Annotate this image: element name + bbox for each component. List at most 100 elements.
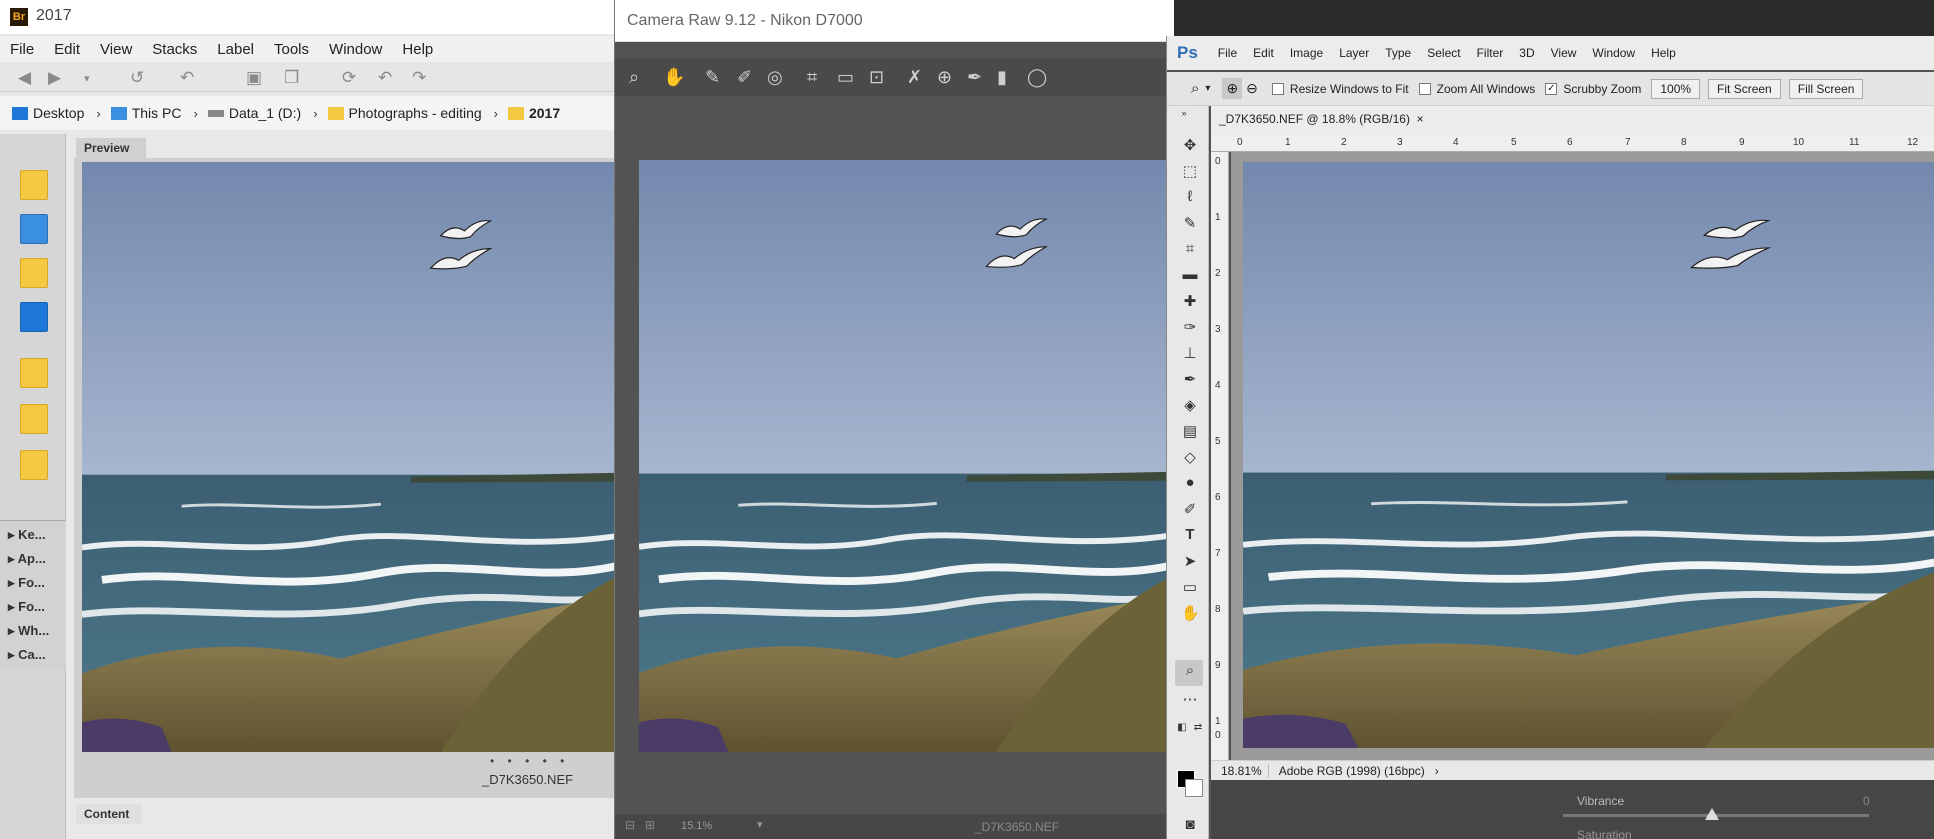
quick-selection-icon[interactable]: ✎ [1181,214,1199,232]
crop-tool-icon[interactable]: ⌗ [1181,240,1199,257]
zoom-level[interactable]: 15.1% [681,820,712,832]
ps-menu-image[interactable]: Image [1282,46,1331,60]
brush-tool-icon[interactable]: ✑ [1181,318,1199,336]
hand-tool-icon[interactable]: ✋ [1181,604,1200,622]
pictures-folder-icon[interactable] [20,404,48,434]
bridge-menu-help[interactable]: Help [392,41,443,58]
zoom-all-option[interactable]: Zoom All Windows [1418,82,1535,96]
folder-icon[interactable] [20,450,48,480]
zoom-out-icon[interactable]: ⊟ [625,818,635,832]
radial-filter-icon[interactable]: ◯ [1027,67,1047,88]
forward-arrow-icon[interactable]: ▶ [48,68,61,88]
rating-dots[interactable]: • • • • • [490,754,569,768]
resize-windows-option[interactable]: Resize Windows to Fit [1271,82,1409,96]
eraser-tool-icon[interactable]: ◈ [1181,396,1199,414]
breadcrumb-chevron-icon[interactable]: › [494,106,498,121]
background-color-swatch[interactable] [1185,779,1203,797]
documents-folder-icon[interactable] [20,358,48,388]
breadcrumb-drive[interactable]: Data_1 (D:) [207,105,301,121]
panel-ca[interactable]: ▸ Ca... [8,647,46,663]
white-balance-icon[interactable]: ✎ [705,67,720,88]
vertical-ruler[interactable]: 0 1 2 3 4 5 6 7 8 9 1 0 [1211,152,1229,760]
status-zoom[interactable]: 18.81% [1215,763,1269,778]
zoom-dropdown-icon[interactable]: ▾ [757,818,763,831]
clone-stamp-icon[interactable]: ⊥ [1181,344,1199,362]
targeted-adjustment-icon[interactable]: ◎ [767,67,783,88]
zoom-tool-icon[interactable]: ⌕ [1181,662,1199,679]
bridge-menu-window[interactable]: Window [319,41,392,58]
transform-icon[interactable]: ⊡ [869,67,884,88]
breadcrumb-chevron-icon[interactable]: › [96,106,100,121]
ps-menu-window[interactable]: Window [1584,46,1643,60]
zoom-100-button[interactable]: 100% [1651,78,1701,99]
breadcrumb-chevron-icon[interactable]: › [313,106,317,121]
document-tab[interactable]: _D7K3650.NEF @ 18.8% (RGB/16) × [1219,112,1424,126]
back-arrow-icon[interactable]: ◀ [18,68,31,88]
rectangle-tool-icon[interactable]: ▭ [1181,578,1199,596]
swap-colors-icon[interactable]: ⇄ [1189,722,1207,733]
bridge-menu-label[interactable]: Label [207,41,264,58]
breadcrumb-this-pc[interactable]: This PC [110,105,182,121]
adjustment-brush-icon[interactable]: ✒ [967,67,982,88]
panel-wh[interactable]: ▸ Wh... [8,623,49,639]
ps-menu-view[interactable]: View [1543,46,1585,60]
dodge-tool-icon[interactable]: ● [1181,474,1199,491]
vibrance-value[interactable]: 0 [1863,794,1870,808]
path-selection-icon[interactable]: ➤ [1181,552,1199,570]
ps-menu-file[interactable]: File [1210,46,1245,60]
panel-keywords[interactable]: ▸ Ke... [8,527,46,543]
more-tools-icon[interactable]: ⋯ [1181,690,1199,708]
straighten-icon[interactable]: ▭ [837,67,854,88]
refine-icon[interactable]: ❐ [284,68,299,88]
breadcrumb-photographs[interactable]: Photographs - editing [327,105,482,121]
zoom-all-checkbox[interactable] [1418,82,1431,95]
lasso-tool-icon[interactable]: ℓ [1181,188,1199,205]
camera-import-icon[interactable]: ▣ [246,68,262,88]
desktop-icon[interactable] [20,302,48,332]
breadcrumb-2017[interactable]: 2017 [507,105,560,121]
spot-removal-icon[interactable]: ✗ [907,67,922,88]
zoom-preset-icon[interactable]: ⌕ [1191,80,1199,97]
go-parent-icon[interactable]: ↺ [130,68,144,88]
hand-tool-icon[interactable]: ✋ [663,67,685,88]
history-brush-icon[interactable]: ✒ [1181,370,1199,388]
fill-screen-button[interactable]: Fill Screen [1788,78,1864,99]
document-image[interactable] [1243,162,1934,748]
vibrance-slider-knob[interactable] [1705,808,1719,820]
bridge-menu-view[interactable]: View [90,41,142,58]
tab-preview[interactable]: Preview [76,138,146,158]
ruler-tool-icon[interactable]: ▬ [1181,266,1199,283]
close-tab-icon[interactable]: × [1417,112,1424,126]
zoom-in-mode-icon[interactable]: ⊕ [1222,78,1243,99]
recent-dropdown-icon[interactable]: ▾ [84,72,90,85]
healing-brush-icon[interactable]: ✚ [1181,292,1199,310]
blur-tool-icon[interactable]: ◇ [1181,448,1199,466]
zoom-out-mode-icon[interactable]: ⊖ [1246,80,1258,97]
rotate-left-icon[interactable]: ↶ [378,68,392,88]
breadcrumb-desktop[interactable]: Desktop [12,105,84,121]
folder-icon[interactable] [20,170,48,200]
quick-mask-icon[interactable]: ◙ [1181,816,1199,833]
fit-screen-button[interactable]: Fit Screen [1708,78,1781,99]
pen-tool-icon[interactable]: ✐ [1181,500,1199,518]
ps-menu-help[interactable]: Help [1643,46,1684,60]
rotate-right-icon[interactable]: ↷ [412,68,426,88]
ps-menu-type[interactable]: Type [1377,46,1419,60]
marquee-tool-icon[interactable]: ⬚ [1181,162,1199,180]
resize-windows-checkbox[interactable] [1271,82,1284,95]
tab-content[interactable]: Content [76,804,142,824]
ps-menu-select[interactable]: Select [1419,46,1468,60]
sync-icon[interactable]: ⟳ [342,68,356,88]
zoom-tool-icon[interactable]: ⌕ [629,67,639,88]
gradient-tool-icon[interactable]: ▤ [1181,422,1199,440]
bridge-menu-edit[interactable]: Edit [44,41,90,58]
zoom-in-icon[interactable]: ⊞ [645,818,655,832]
horizontal-ruler[interactable]: 0 1 2 3 4 5 6 7 8 9 10 11 12 [1231,136,1934,152]
ps-menu-filter[interactable]: Filter [1469,46,1512,60]
graduated-filter-icon[interactable]: ▮ [997,67,1007,88]
scrubby-option[interactable]: ✓ Scrubby Zoom [1545,82,1641,96]
move-tool-icon[interactable]: ✥ [1181,136,1199,154]
bridge-menu-file[interactable]: File [0,41,44,58]
color-sampler-icon[interactable]: ✐ [737,67,752,88]
scrubby-checkbox[interactable]: ✓ [1545,82,1558,95]
